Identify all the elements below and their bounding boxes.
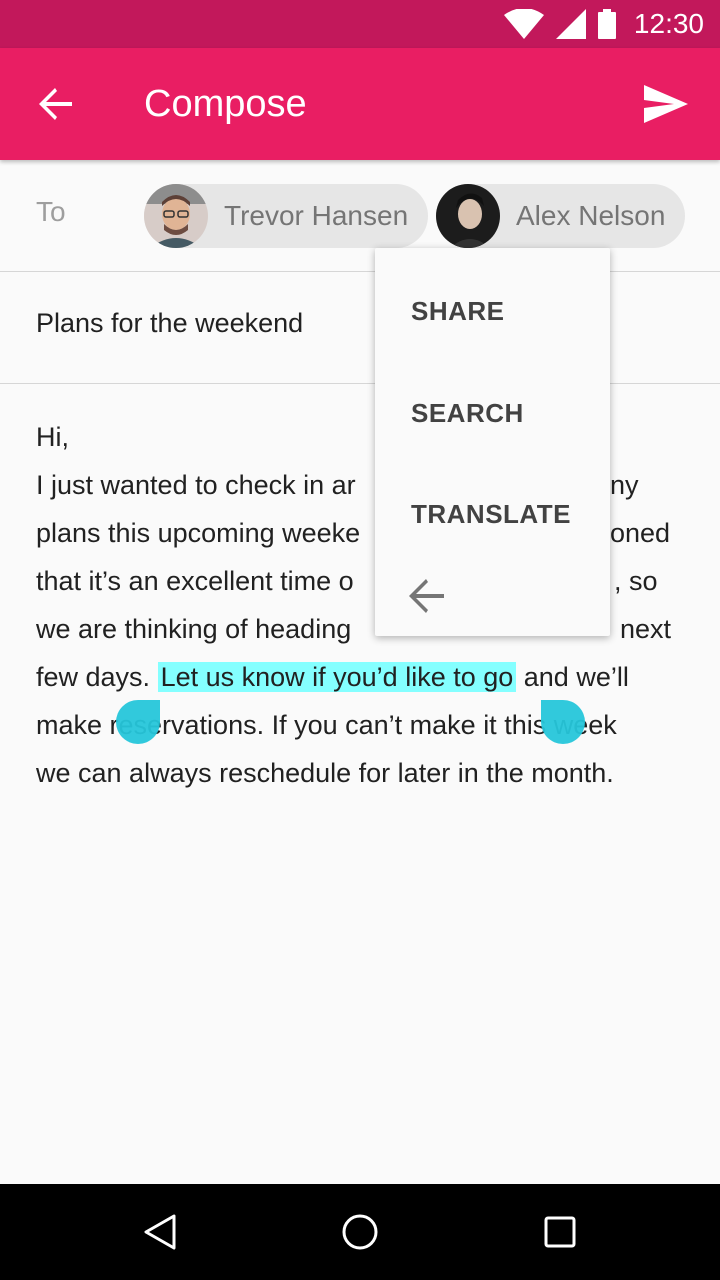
avatar (144, 184, 208, 248)
body-text-before: few days. (36, 662, 158, 692)
selected-text[interactable]: Let us know if you’d like to go (157, 662, 517, 692)
body-text-after: and we’ll (516, 662, 629, 692)
status-bar: 12:30 (0, 0, 720, 48)
body-fragment: oned (610, 518, 671, 548)
menu-item-translate[interactable]: TRANSLATE (411, 499, 571, 530)
battery-icon (597, 9, 616, 39)
selection-start-handle[interactable] (116, 700, 160, 744)
nav-recents-button[interactable] (536, 1208, 584, 1256)
text-selection-menu: SHARE SEARCH TRANSLATE (375, 248, 610, 636)
menu-item-search[interactable]: SEARCH (411, 398, 524, 429)
status-icons: 12:30 (503, 0, 704, 48)
arrow-back-icon (409, 579, 444, 613)
recipient-name: Trevor Hansen (224, 200, 409, 231)
body-line: few days. Let us know if you’d like to g… (36, 653, 686, 701)
to-label: To (36, 196, 66, 227)
wifi-icon (503, 9, 544, 39)
send-icon (644, 85, 688, 123)
back-triangle-icon (144, 1214, 176, 1250)
body-line: we can always reschedule for later in th… (36, 758, 614, 788)
recipient-chip-alex[interactable]: Alex Nelson (436, 184, 686, 248)
menu-item-share[interactable]: SHARE (411, 296, 505, 327)
nav-back-button[interactable] (136, 1208, 184, 1256)
home-circle-icon (342, 1214, 378, 1250)
status-time: 12:30 (633, 8, 704, 39)
nav-bar (0, 1184, 720, 1280)
app-bar: Compose (0, 48, 720, 160)
avatar (436, 184, 500, 248)
signal-icon (555, 9, 586, 39)
arrow-back-icon (39, 88, 72, 120)
body-fragment: next (620, 614, 672, 644)
nav-home-button[interactable] (336, 1208, 384, 1256)
to-row: To Trevor Hansen Alex Nelson (0, 160, 720, 272)
body-fragment: ny (610, 470, 639, 500)
menu-back-button[interactable] (407, 576, 447, 616)
back-button[interactable] (24, 76, 88, 132)
page-title: Compose (144, 83, 307, 125)
recipient-name: Alex Nelson (516, 200, 666, 231)
recents-square-icon (544, 1216, 576, 1248)
recipient-chip-trevor[interactable]: Trevor Hansen (144, 184, 429, 248)
subject-field[interactable]: Plans for the weekend (0, 272, 720, 384)
send-button[interactable] (634, 76, 698, 132)
subject-text: Plans for the weekend (36, 308, 304, 338)
body-fragment: , so (614, 566, 658, 596)
selection-end-handle[interactable] (541, 700, 585, 744)
